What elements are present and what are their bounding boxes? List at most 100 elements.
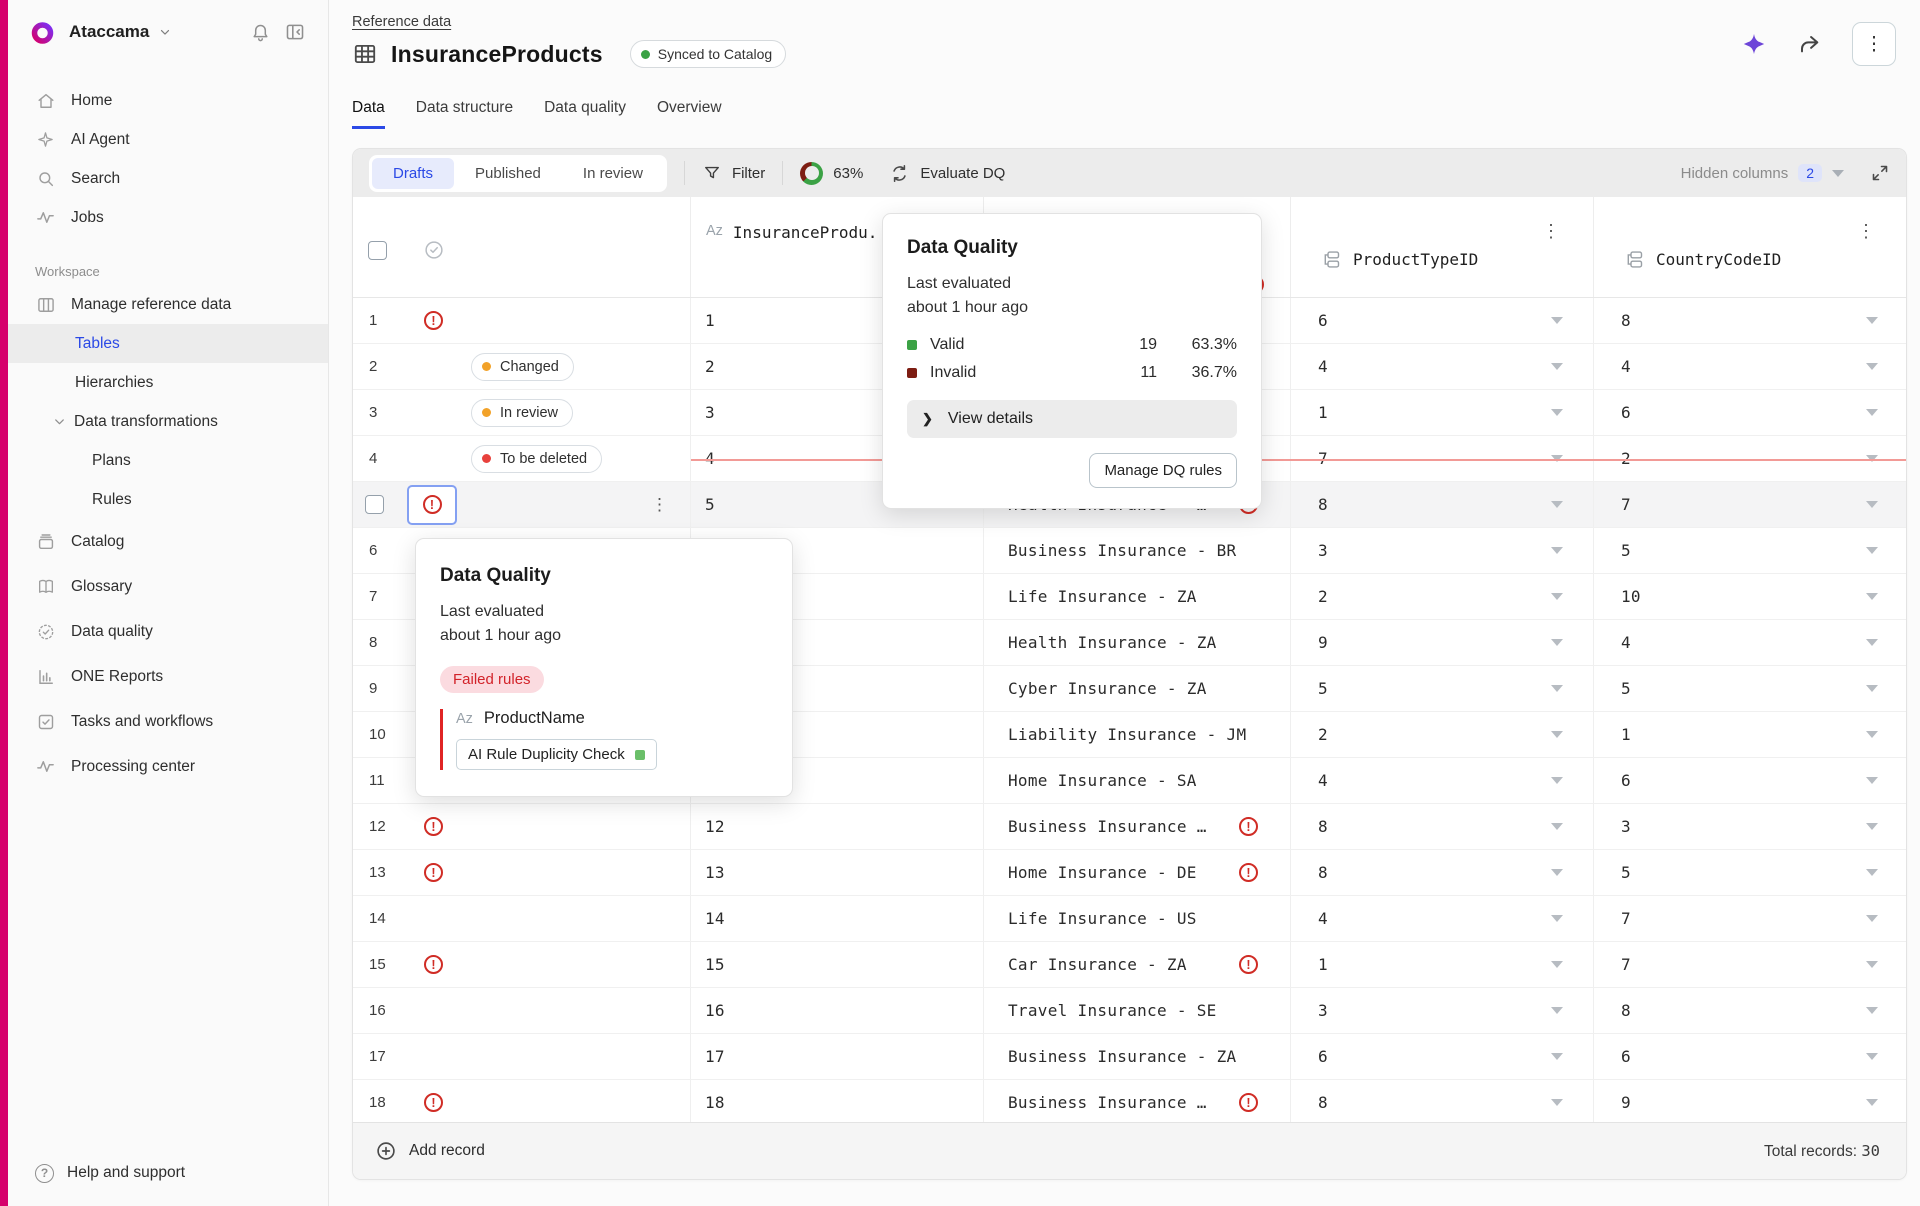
cell-producttypeid[interactable]: 8: [1291, 482, 1594, 527]
dq-score[interactable]: 63%: [800, 162, 863, 185]
help-and-support[interactable]: ? Help and support: [8, 1152, 355, 1194]
chevron-down-icon[interactable]: [1866, 823, 1878, 830]
cell-countrycodeid[interactable]: 9: [1594, 1080, 1906, 1122]
row-status-cell[interactable]: !: [403, 298, 691, 343]
chevron-down-icon[interactable]: [1551, 409, 1563, 416]
sidebar-item-jobs[interactable]: Jobs: [8, 198, 328, 237]
cell-producttypeid[interactable]: 3: [1291, 528, 1594, 573]
brand-chevron-down-icon[interactable]: [158, 25, 172, 39]
chevron-down-icon[interactable]: [1551, 961, 1563, 968]
sidebar-item-one-reports[interactable]: ONE Reports: [8, 654, 328, 699]
chevron-down-icon[interactable]: [1551, 869, 1563, 876]
select-all-checkbox[interactable]: [368, 241, 387, 260]
chevron-down-icon[interactable]: [1866, 777, 1878, 784]
sidebar-item-data-transformations[interactable]: Data transformations: [8, 402, 328, 441]
chevron-down-icon[interactable]: [1866, 455, 1878, 462]
chevron-down-icon[interactable]: [1551, 685, 1563, 692]
cell-productname[interactable]: Life Insurance - ZA: [984, 574, 1291, 619]
cell-productname[interactable]: Liability Insurance - JM: [984, 712, 1291, 757]
cell-insuranceproductid[interactable]: 16: [691, 988, 984, 1033]
sidebar-item-rules[interactable]: Rules: [8, 480, 328, 519]
tab-data-quality[interactable]: Data quality: [544, 99, 626, 129]
chevron-down-icon[interactable]: [1866, 961, 1878, 968]
cell-insuranceproductid[interactable]: 14: [691, 896, 984, 941]
chevron-down-icon[interactable]: [1866, 501, 1878, 508]
selected-cell-outline[interactable]: !: [407, 485, 457, 525]
row-status-cell[interactable]: !: [403, 804, 691, 849]
chevron-down-icon[interactable]: [1551, 455, 1563, 462]
chevron-down-icon[interactable]: [1551, 1007, 1563, 1014]
row-status-cell[interactable]: !: [403, 850, 691, 895]
chevron-down-icon[interactable]: [1866, 1053, 1878, 1060]
cell-countrycodeid[interactable]: 8: [1594, 988, 1906, 1033]
chevron-down-icon[interactable]: [1551, 915, 1563, 922]
row-status-cell[interactable]: !: [403, 942, 691, 987]
more-actions-kebab-button[interactable]: ⋮: [1852, 22, 1896, 66]
chevron-down-icon[interactable]: [1866, 547, 1878, 554]
sidebar-item-tables[interactable]: Tables: [8, 324, 328, 363]
cell-producttypeid[interactable]: 7: [1291, 436, 1594, 481]
sidebar-item-ai-agent[interactable]: AI Agent: [8, 120, 328, 159]
cell-producttypeid[interactable]: 1: [1291, 390, 1594, 435]
view-details-button[interactable]: ❯ View details: [907, 400, 1237, 438]
cell-productname[interactable]: Business Insurance …!: [984, 1080, 1291, 1122]
cell-productname[interactable]: Business Insurance - ZA: [984, 1034, 1291, 1079]
tab-overview[interactable]: Overview: [657, 99, 722, 129]
cell-productname[interactable]: Cyber Insurance - ZA: [984, 666, 1291, 711]
chevron-down-icon[interactable]: [1866, 869, 1878, 876]
row-status-cell[interactable]: Changed: [403, 344, 691, 389]
chevron-down-icon[interactable]: [1866, 731, 1878, 738]
breadcrumb[interactable]: Reference data: [352, 14, 451, 30]
cell-productname[interactable]: Car Insurance - ZA!: [984, 942, 1291, 987]
row-status-cell[interactable]: [403, 988, 691, 1033]
cell-productname[interactable]: Life Insurance - US: [984, 896, 1291, 941]
fullscreen-expand-icon[interactable]: [1870, 163, 1890, 183]
chevron-down-icon[interactable]: [1866, 593, 1878, 600]
cell-countrycodeid[interactable]: 5: [1594, 850, 1906, 895]
cell-producttypeid[interactable]: 9: [1291, 620, 1594, 665]
chevron-down-icon[interactable]: [1551, 1099, 1563, 1106]
column-menu-kebab[interactable]: ⋮: [1542, 221, 1561, 242]
cell-countrycodeid[interactable]: 7: [1594, 482, 1906, 527]
chevron-down-icon[interactable]: [1551, 1053, 1563, 1060]
row-status-cell[interactable]: To be deleted: [403, 436, 691, 481]
chevron-down-icon[interactable]: [1551, 547, 1563, 554]
cell-producttypeid[interactable]: 2: [1291, 574, 1594, 619]
cell-productname[interactable]: Travel Insurance - SE: [984, 988, 1291, 1033]
cell-producttypeid[interactable]: 8: [1291, 804, 1594, 849]
cell-producttypeid[interactable]: 4: [1291, 758, 1594, 803]
cell-productname[interactable]: Home Insurance - SA: [984, 758, 1291, 803]
sidebar-item-processing-center[interactable]: Processing center: [8, 744, 328, 789]
sidebar-item-hierarchies[interactable]: Hierarchies: [8, 363, 328, 402]
cell-countrycodeid[interactable]: 4: [1594, 344, 1906, 389]
sidebar-item-glossary[interactable]: Glossary: [8, 564, 328, 609]
chevron-down-icon[interactable]: [1551, 501, 1563, 508]
column-header-producttypeid[interactable]: ProductTypeID ⋮: [1291, 197, 1594, 297]
cell-productname[interactable]: Business Insurance …!: [984, 804, 1291, 849]
cell-countrycodeid[interactable]: 6: [1594, 1034, 1906, 1079]
sidebar-item-catalog[interactable]: Catalog: [8, 519, 328, 564]
cell-productname[interactable]: Home Insurance - DE!: [984, 850, 1291, 895]
filter-button[interactable]: Filter: [702, 163, 765, 183]
evaluate-dq-button[interactable]: Evaluate DQ: [889, 163, 1005, 184]
row-menu-kebab[interactable]: ⋮: [651, 495, 668, 515]
column-menu-kebab[interactable]: ⋮: [1857, 221, 1876, 242]
chevron-down-icon[interactable]: [1551, 639, 1563, 646]
cell-insuranceproductid[interactable]: 13: [691, 850, 984, 895]
sidebar-item-tasks-and-workflows[interactable]: Tasks and workflows: [8, 699, 328, 744]
chevron-down-icon[interactable]: [1551, 363, 1563, 370]
sidebar-item-search[interactable]: Search: [8, 159, 328, 198]
row-status-cell[interactable]: [403, 1034, 691, 1079]
cell-productname[interactable]: Health Insurance - ZA: [984, 620, 1291, 665]
manage-dq-rules-button[interactable]: Manage DQ rules: [1089, 453, 1237, 488]
add-record-button[interactable]: Add record: [375, 1140, 485, 1162]
chevron-down-icon[interactable]: [1551, 777, 1563, 784]
chevron-down-icon[interactable]: [1866, 639, 1878, 646]
cell-countrycodeid[interactable]: 10: [1594, 574, 1906, 619]
cell-producttypeid[interactable]: 8: [1291, 850, 1594, 895]
chevron-down-icon[interactable]: [1866, 915, 1878, 922]
cell-countrycodeid[interactable]: 7: [1594, 896, 1906, 941]
chevron-down-icon[interactable]: [1866, 685, 1878, 692]
cell-producttypeid[interactable]: 6: [1291, 298, 1594, 343]
row-status-cell[interactable]: !: [403, 1080, 691, 1122]
